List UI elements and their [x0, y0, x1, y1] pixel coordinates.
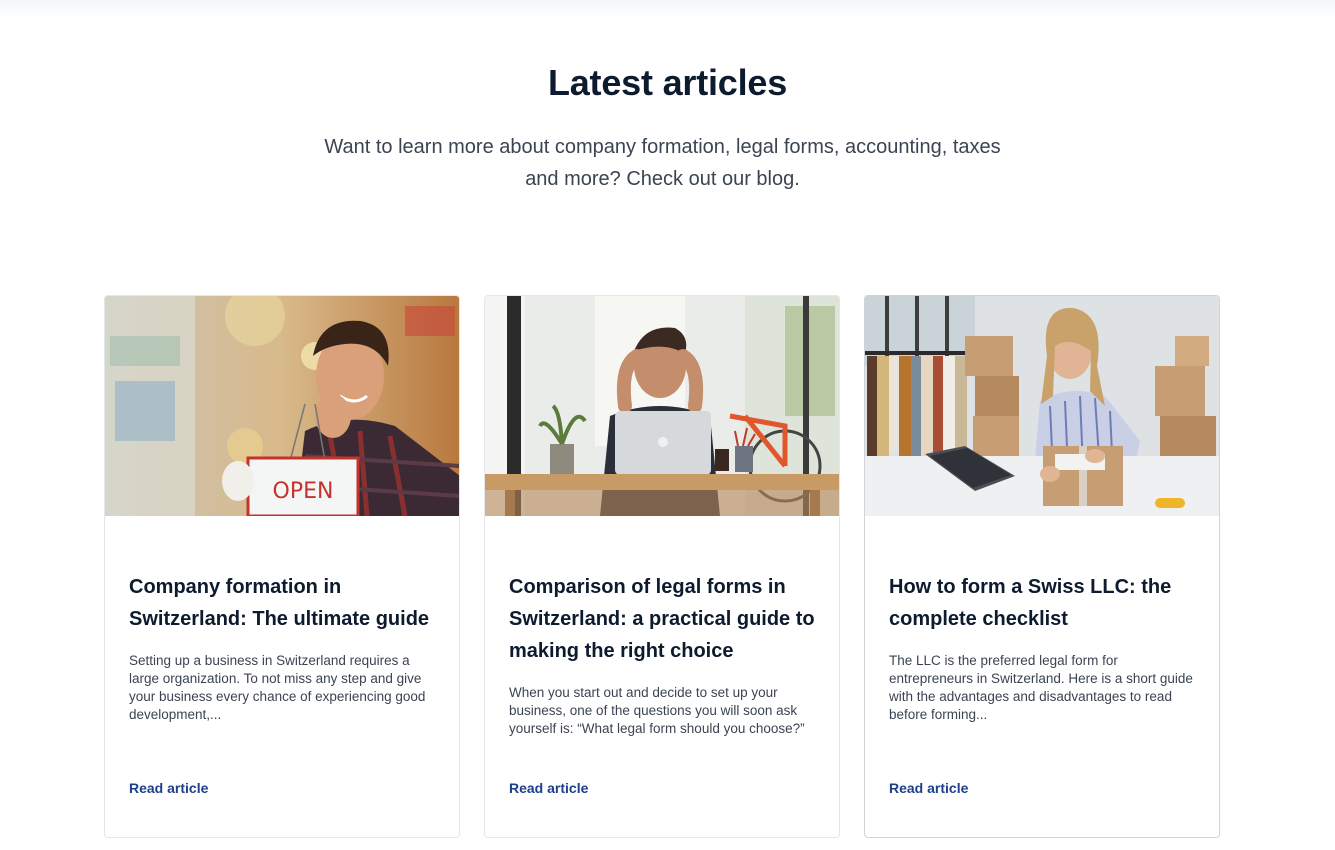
read-article-link[interactable]: Read article [509, 780, 588, 796]
article-excerpt: Setting up a business in Switzerland req… [129, 653, 426, 722]
section-subtitle-line-1: Want to learn more about company formati… [324, 136, 1001, 158]
top-shade [0, 0, 1335, 18]
article-card[interactable]: How to form a Swiss LLC: the complete ch… [864, 295, 1220, 838]
read-article-link[interactable]: Read article [129, 780, 208, 796]
section-subtitle: Want to learn more about company formati… [290, 131, 1035, 195]
section-subtitle-line-2: and more? Check out our blog. [525, 168, 800, 190]
open-sign-text: OPEN [273, 479, 334, 504]
article-image-woman-packing[interactable] [865, 296, 1219, 516]
article-card[interactable]: OPEN Company formation in Switzerland: T… [104, 295, 460, 838]
article-title[interactable]: Comparison of legal forms in Switzerland… [509, 571, 819, 667]
article-card[interactable]: Comparison of legal forms in Switzerland… [484, 295, 840, 838]
article-image-shop-owner[interactable]: OPEN [105, 296, 459, 516]
article-image-stressed-man[interactable] [485, 296, 839, 516]
section-title: Latest articles [547, 62, 788, 103]
read-article-link[interactable]: Read article [889, 780, 968, 796]
article-title[interactable]: How to form a Swiss LLC: the complete ch… [889, 571, 1199, 635]
article-excerpt: The LLC is the preferred legal form for … [889, 653, 1193, 722]
article-title[interactable]: Company formation in Switzerland: The ul… [129, 571, 439, 635]
article-excerpt: When you start out and decide to set up … [509, 685, 805, 736]
